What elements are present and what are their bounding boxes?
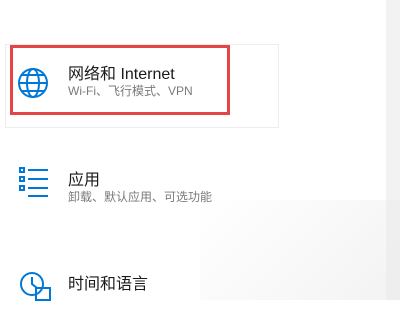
settings-item-network[interactable]: 网络和 Internet Wi-Fi、飞行模式、VPN [16,60,276,108]
background-fade [200,200,400,300]
apps-list-icon [18,166,52,200]
settings-item-title: 网络和 Internet [68,66,175,83]
time-language-icon [18,270,52,304]
globe-icon [16,66,50,100]
settings-item-subtitle: 卸载、默认应用、可选功能 [68,190,213,204]
settings-item-title: 时间和语言 [68,276,149,293]
settings-item-title: 应用 [68,172,101,189]
settings-item-subtitle: Wi-Fi、飞行模式、VPN [68,84,193,98]
